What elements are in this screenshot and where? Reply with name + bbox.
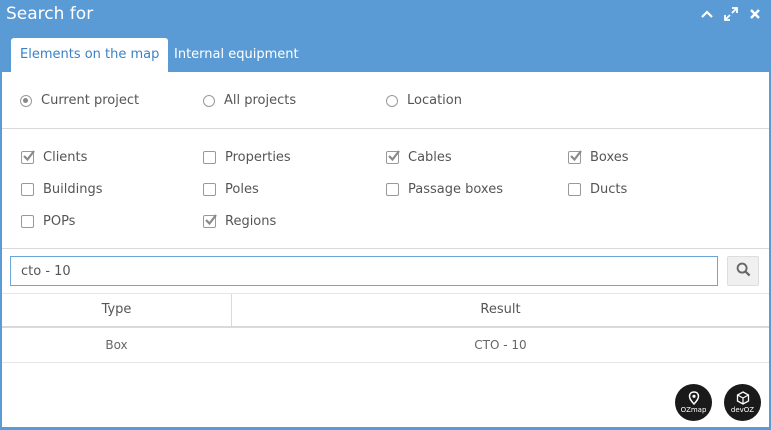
checkbox-regions[interactable]: Regions	[203, 214, 276, 229]
checkbox-label: Buildings	[43, 182, 103, 197]
table-row[interactable]: Box CTO - 10	[2, 328, 769, 363]
checkbox[interactable]	[21, 183, 34, 196]
checkbox-passage-boxes[interactable]: Passage boxes	[386, 182, 503, 197]
minimize-icon[interactable]	[699, 6, 715, 22]
cube-icon	[736, 391, 749, 405]
devoz-logo-text: devOZ	[730, 406, 755, 414]
checkbox[interactable]	[203, 151, 216, 164]
map-pin-icon	[688, 391, 699, 405]
tab-bar: Elements on the map Internal equipment	[0, 38, 771, 72]
checkbox-cables[interactable]: Cables	[386, 150, 452, 165]
radio-location[interactable]: Location	[386, 93, 462, 108]
checkbox[interactable]	[21, 215, 34, 228]
checkbox-label: POPs	[43, 214, 76, 229]
checkbox-poles[interactable]: Poles	[203, 182, 259, 197]
checkbox-label: Regions	[225, 214, 277, 229]
tab-content: Current project All projects Location Cl…	[2, 72, 769, 427]
column-header-type[interactable]: Type	[2, 294, 232, 326]
tab-elements-on-the-map[interactable]: Elements on the map	[11, 38, 169, 72]
checkbox-label: Cables	[408, 150, 452, 165]
search-button[interactable]	[727, 256, 759, 286]
checkbox[interactable]	[568, 150, 582, 164]
cell-type: Box	[105, 338, 128, 352]
checkbox-buildings[interactable]: Buildings	[21, 182, 103, 197]
checkbox-label: Passage boxes	[408, 182, 503, 197]
checkbox-pops[interactable]: POPs	[21, 214, 75, 229]
tab-internal-equipment[interactable]: Internal equipment	[165, 38, 308, 72]
checkbox[interactable]	[21, 150, 35, 164]
checkbox-properties[interactable]: Properties	[203, 150, 291, 165]
search-icon	[736, 262, 751, 281]
radio-label: Current project	[41, 93, 140, 108]
radio-current-project[interactable]: Current project	[20, 93, 139, 108]
dialog-title: Search for	[6, 4, 94, 24]
checkbox[interactable]	[203, 214, 217, 228]
results-table: Type Result Box CTO - 10	[2, 293, 769, 363]
checkbox-label: Properties	[225, 150, 291, 165]
checkbox-label: Boxes	[590, 150, 629, 165]
ozmap-logo-text: OZmap	[680, 406, 707, 414]
devoz-logo: devOZ	[724, 384, 761, 421]
radio-label: Location	[407, 93, 462, 108]
expand-icon[interactable]	[723, 6, 739, 22]
checkbox[interactable]	[386, 183, 399, 196]
checkbox-label: Clients	[43, 150, 88, 165]
search-input[interactable]	[10, 256, 718, 286]
radio-button[interactable]	[20, 94, 32, 107]
title-bar: Search for	[0, 0, 771, 30]
window-controls	[699, 6, 763, 22]
table-header: Type Result	[2, 293, 769, 328]
checkbox-label: Ducts	[590, 182, 628, 197]
scope-options: Current project All projects Location	[2, 72, 769, 129]
ozmap-logo: OZmap	[675, 384, 712, 421]
checkbox[interactable]	[203, 183, 216, 196]
radio-all-projects[interactable]: All projects	[203, 93, 296, 108]
element-type-filters: Clients Properties Cables Boxes Building…	[2, 129, 769, 249]
checkbox-label: Poles	[225, 182, 259, 197]
close-icon[interactable]	[747, 6, 763, 22]
search-row	[2, 249, 769, 295]
checkbox-clients[interactable]: Clients	[21, 150, 87, 165]
radio-button[interactable]	[203, 94, 215, 107]
checkbox[interactable]	[386, 150, 400, 164]
radio-label: All projects	[224, 93, 297, 108]
column-header-result[interactable]: Result	[232, 294, 769, 326]
cell-result: CTO - 10	[474, 338, 527, 352]
search-dialog: Search for Elements on the map Internal …	[0, 0, 771, 430]
checkbox-ducts[interactable]: Ducts	[568, 182, 627, 197]
radio-button[interactable]	[386, 94, 398, 107]
checkbox-boxes[interactable]: Boxes	[568, 150, 629, 165]
checkbox[interactable]	[568, 183, 581, 196]
